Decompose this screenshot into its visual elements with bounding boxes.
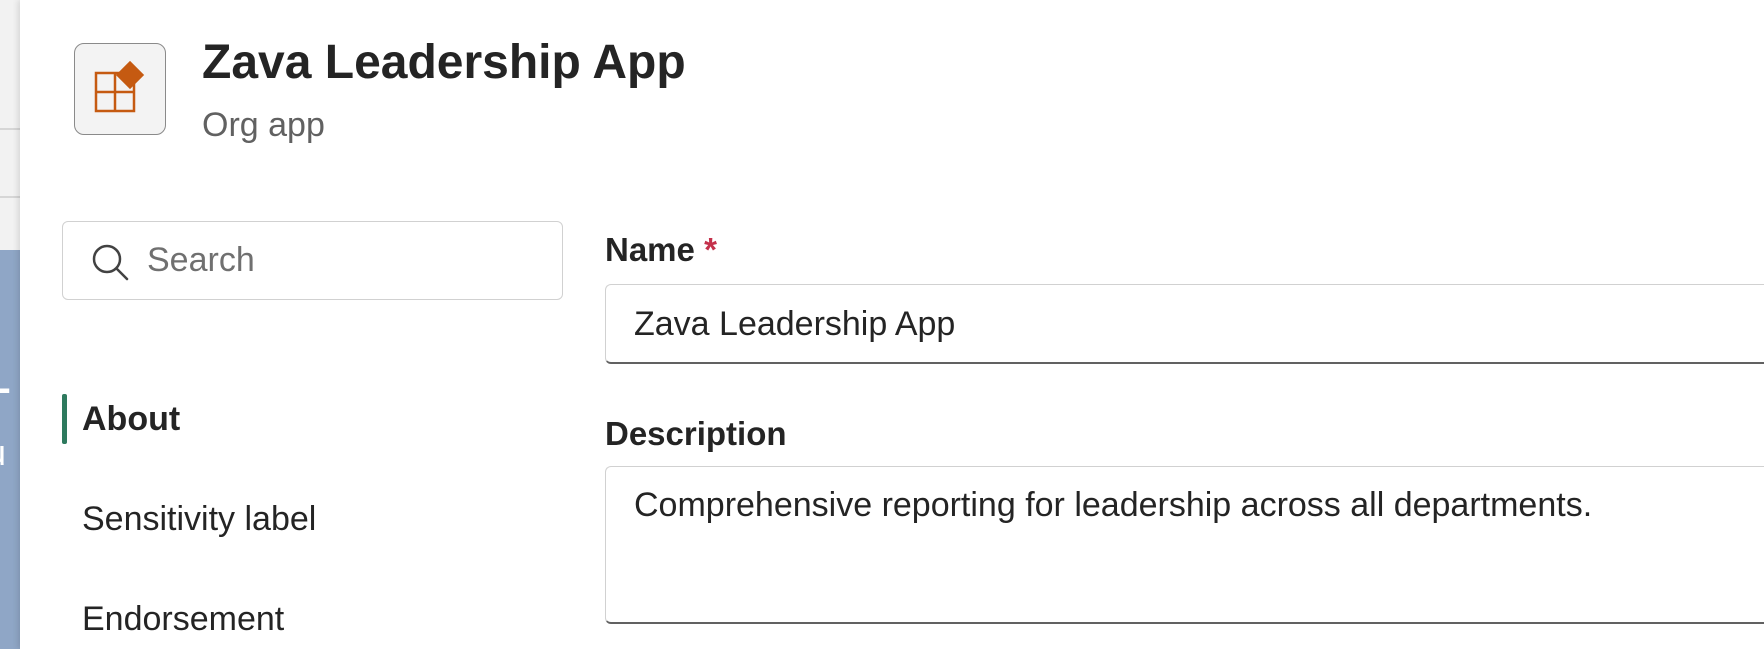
name-input[interactable] <box>634 297 1734 351</box>
background-text-fragment: u <box>0 432 6 474</box>
nav-item-label: About <box>82 399 181 438</box>
description-field-label: Description <box>605 415 787 452</box>
app-title: Zava Leadership App <box>202 36 686 89</box>
name-label-text: Name <box>605 231 695 268</box>
background-divider <box>0 128 20 130</box>
background-divider <box>0 196 20 198</box>
background-header <box>0 0 20 250</box>
background-app: L u <box>0 0 20 649</box>
app-type-subtitle: Org app <box>202 106 325 144</box>
search-box[interactable] <box>62 221 563 300</box>
nav-item-label: Sensitivity label <box>82 499 317 538</box>
org-app-glyph-icon <box>94 61 145 113</box>
name-field[interactable] <box>605 284 1764 364</box>
nav-item-label: Endorsement <box>82 599 285 638</box>
nav-item-about[interactable]: About <box>62 394 542 444</box>
background-text-fragment: L <box>0 358 10 403</box>
nav-item-endorsement[interactable]: Endorsement <box>62 594 542 644</box>
app-settings-panel: Zava Leadership App Org app About Sensit… <box>20 0 1764 649</box>
search-icon <box>92 244 129 281</box>
org-app-icon <box>74 43 166 135</box>
required-marker: * <box>704 231 717 268</box>
nav-item-sensitivity-label[interactable]: Sensitivity label <box>62 494 542 544</box>
description-textarea[interactable]: Comprehensive reporting for leadership a… <box>634 483 1754 603</box>
active-nav-indicator <box>62 394 67 444</box>
search-input[interactable] <box>147 230 547 290</box>
name-field-label: Name * <box>605 231 717 269</box>
description-field[interactable]: Comprehensive reporting for leadership a… <box>605 466 1764 624</box>
